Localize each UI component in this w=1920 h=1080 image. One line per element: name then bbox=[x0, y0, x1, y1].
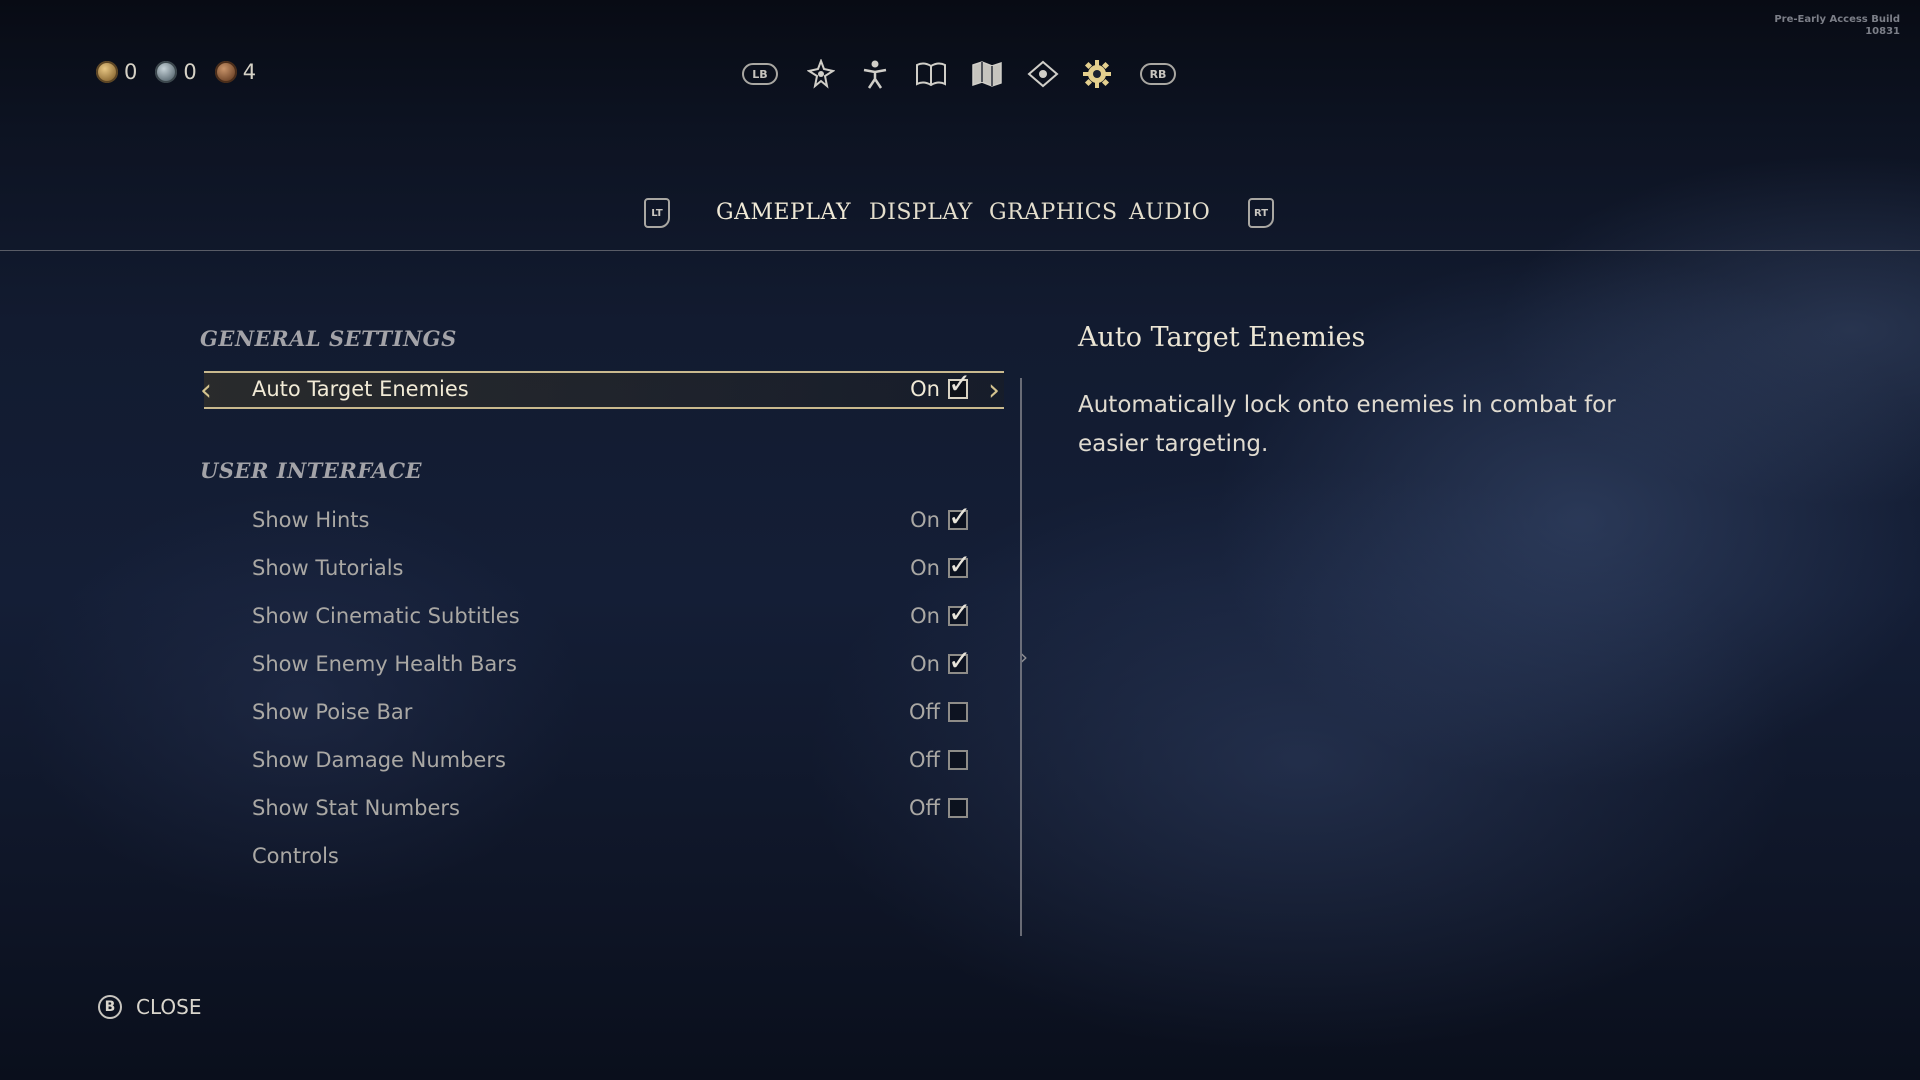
setting-value: Off bbox=[909, 796, 940, 820]
setting-value: On bbox=[910, 377, 940, 401]
setting-checkbox[interactable] bbox=[948, 798, 968, 818]
settings-tabs: LT GAMEPLAY DISPLAY GRAPHICS AUDIO RT bbox=[640, 196, 1280, 236]
setting-label: Show Tutorials bbox=[252, 556, 404, 580]
setting-label: Controls bbox=[252, 844, 339, 868]
lb-button[interactable]: LB bbox=[740, 56, 780, 92]
setting-label: Show Damage Numbers bbox=[252, 748, 506, 772]
tabs-divider bbox=[0, 250, 1920, 251]
section-user-interface: USER INTERFACE bbox=[200, 458, 423, 483]
silver-currency: 0 bbox=[155, 60, 197, 84]
lb-label: LB bbox=[742, 63, 778, 85]
gold-coin-icon bbox=[96, 61, 118, 83]
silver-count: 0 bbox=[183, 60, 197, 84]
setting-checkbox[interactable]: ✓ bbox=[948, 370, 971, 399]
checkmark-icon: ✓ bbox=[948, 500, 972, 533]
build-info: Pre-Early Access Build 10831 bbox=[1774, 14, 1900, 38]
setting-value: On bbox=[910, 556, 940, 580]
chevron-left-icon[interactable]: ‹ bbox=[200, 376, 212, 406]
setting-label: Auto Target Enemies bbox=[252, 377, 469, 401]
bronze-currency: 4 bbox=[214, 60, 257, 84]
objectives-icon[interactable] bbox=[1026, 56, 1060, 92]
rb-label: RB bbox=[1140, 63, 1176, 85]
close-label: CLOSE bbox=[136, 995, 202, 1019]
setting-value: Off bbox=[909, 700, 940, 724]
close-button[interactable]: B CLOSE bbox=[98, 995, 201, 1019]
checkmark-icon: ✓ bbox=[948, 548, 972, 581]
setting-checkbox[interactable]: ✓ bbox=[948, 647, 971, 675]
gold-count: 0 bbox=[124, 60, 138, 84]
build-label: Pre-Early Access Build bbox=[1774, 14, 1900, 25]
setting-show-poise-bar[interactable]: Show Poise Bar Off bbox=[204, 694, 1004, 734]
setting-show-tutorials[interactable]: Show Tutorials On ✓ bbox=[204, 550, 1004, 590]
setting-value: On bbox=[910, 604, 940, 628]
setting-show-enemy-health-bars[interactable]: Show Enemy Health Bars On ✓ bbox=[204, 646, 1004, 686]
checkmark-icon: ✓ bbox=[948, 644, 972, 677]
setting-value: On bbox=[910, 508, 940, 532]
setting-label: Show Cinematic Subtitles bbox=[252, 604, 520, 628]
bronze-count: 4 bbox=[242, 60, 257, 84]
scroll-indicator-icon: › bbox=[1020, 645, 1028, 669]
silver-coin-icon bbox=[155, 61, 178, 83]
chevron-right-icon[interactable]: › bbox=[988, 376, 1000, 406]
tab-gameplay[interactable]: GAMEPLAY bbox=[716, 200, 851, 225]
setting-show-hints[interactable]: Show Hints On ✓ bbox=[204, 502, 1004, 542]
setting-label: Show Enemy Health Bars bbox=[252, 652, 517, 676]
gold-currency: 0 bbox=[96, 60, 137, 84]
settings-gear-icon[interactable] bbox=[1080, 56, 1114, 92]
setting-checkbox[interactable] bbox=[948, 702, 968, 722]
checkmark-icon: ✓ bbox=[948, 596, 972, 629]
description-title: Auto Target Enemies bbox=[1078, 322, 1366, 353]
setting-checkbox[interactable]: ✓ bbox=[948, 599, 971, 627]
tab-graphics[interactable]: GRAPHICS bbox=[989, 200, 1118, 225]
menu-nav-bar: LB RB bbox=[740, 56, 1180, 92]
description-body: Automatically lock onto enemies in comba… bbox=[1078, 392, 1616, 457]
skills-icon[interactable] bbox=[806, 56, 836, 92]
setting-value: Off bbox=[909, 748, 940, 772]
tab-audio[interactable]: AUDIO bbox=[1129, 200, 1210, 225]
bronze-coin-icon bbox=[214, 61, 237, 83]
setting-checkbox[interactable] bbox=[948, 750, 968, 770]
journal-icon[interactable] bbox=[914, 56, 948, 92]
rb-button[interactable]: RB bbox=[1138, 56, 1178, 92]
setting-show-damage-numbers[interactable]: Show Damage Numbers Off bbox=[204, 742, 1004, 782]
setting-checkbox[interactable]: ✓ bbox=[948, 551, 971, 579]
build-number: 10831 bbox=[1865, 26, 1900, 37]
setting-controls[interactable]: Controls bbox=[204, 838, 1004, 878]
map-icon[interactable] bbox=[970, 56, 1004, 92]
setting-value: On bbox=[910, 652, 940, 676]
setting-checkbox[interactable]: ✓ bbox=[948, 503, 971, 531]
setting-auto-target-enemies[interactable]: ‹ Auto Target Enemies On ✓ › bbox=[200, 370, 1004, 409]
setting-label: Show Stat Numbers bbox=[252, 796, 460, 820]
section-general-settings: GENERAL SETTINGS bbox=[200, 326, 457, 351]
checkmark-icon: ✓ bbox=[948, 367, 972, 400]
tab-display[interactable]: DISPLAY bbox=[869, 200, 973, 225]
b-button-icon: B bbox=[98, 995, 122, 1019]
rt-trigger-button[interactable]: RT bbox=[1248, 198, 1274, 228]
character-icon[interactable] bbox=[860, 56, 890, 92]
setting-show-cinematic-subtitles[interactable]: Show Cinematic Subtitles On ✓ bbox=[204, 598, 1004, 638]
currency-bar: 0 0 4 bbox=[96, 60, 256, 84]
setting-show-stat-numbers[interactable]: Show Stat Numbers Off bbox=[204, 790, 1004, 830]
setting-label: Show Poise Bar bbox=[252, 700, 413, 724]
setting-label: Show Hints bbox=[252, 508, 370, 532]
lt-trigger-button[interactable]: LT bbox=[644, 198, 670, 228]
